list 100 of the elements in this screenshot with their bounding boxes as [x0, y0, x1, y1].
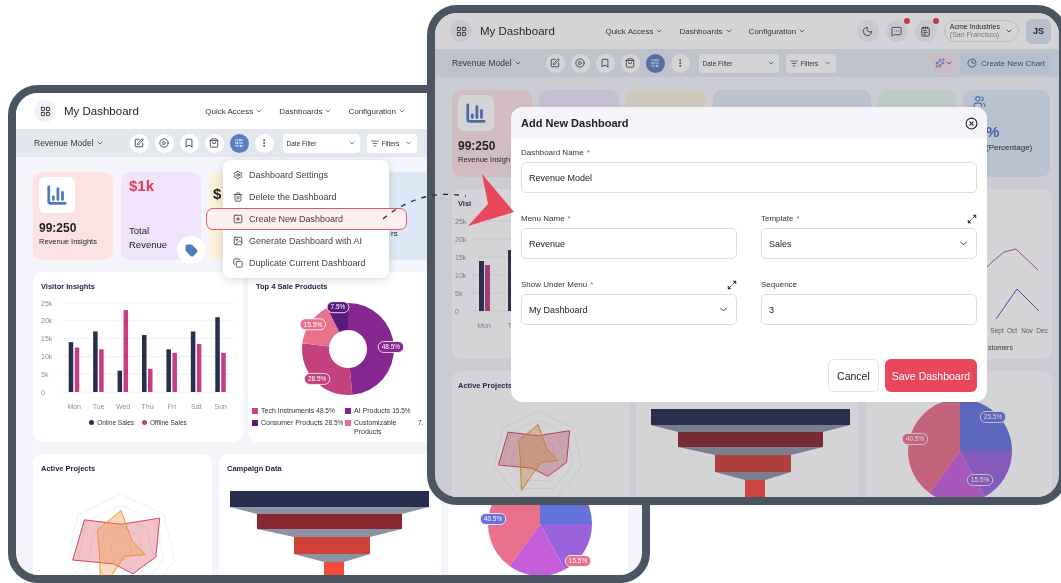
apps-icon[interactable]	[450, 20, 472, 42]
stat-label: Total Revenue	[129, 224, 169, 252]
edit-button[interactable]	[545, 53, 565, 73]
dialog-title: Add New Dashboard	[521, 117, 629, 129]
chevron-down-icon	[798, 27, 807, 35]
stat-value: $	[213, 185, 222, 202]
select-field[interactable]: My Dashboard	[521, 294, 737, 325]
apps-icon[interactable]	[34, 100, 56, 122]
play-button[interactable]	[154, 133, 174, 153]
pen-icon	[550, 58, 561, 68]
bar-chart-icon	[39, 177, 75, 213]
sliders-button[interactable]	[229, 133, 249, 153]
line-series	[986, 248, 1039, 271]
play-icon	[159, 138, 170, 148]
bag-icon	[209, 138, 220, 148]
select-field[interactable]: Sales	[761, 228, 977, 259]
notes-button[interactable]	[914, 20, 937, 42]
bookmark-icon	[184, 138, 195, 148]
chevron-down-icon	[655, 27, 664, 35]
line-series	[995, 288, 1040, 320]
chevron-down-icon	[324, 107, 333, 115]
chevron-down-icon	[95, 139, 104, 147]
menu-item[interactable]: Duplicate Current Dashboard	[223, 252, 389, 274]
menu-item[interactable]: Delete the Dashboard	[223, 186, 389, 208]
more-button[interactable]	[254, 133, 274, 153]
more-button[interactable]	[670, 53, 690, 73]
bookmark-icon	[600, 58, 611, 68]
field-label: Sequence	[761, 280, 798, 289]
app-title: My Dashboard	[64, 105, 139, 117]
user-avatar[interactable]: JS	[1026, 18, 1051, 44]
create-chart-button[interactable]: Create New Chart	[959, 52, 1052, 74]
ai-sparkle-button[interactable]	[931, 53, 956, 73]
notes-icon	[920, 25, 932, 37]
chevron-down-icon	[1005, 27, 1013, 35]
funnel-segment	[324, 562, 344, 575]
image-icon	[233, 236, 243, 246]
chevron-down-icon	[766, 59, 775, 67]
menu-item[interactable]: Generate Dashboard with AI	[223, 230, 389, 252]
users-icon	[973, 95, 988, 108]
bookmark-button[interactable]	[595, 53, 615, 73]
menu-item[interactable]: Create New Dashboard	[206, 208, 407, 230]
trash-icon	[233, 192, 243, 202]
bar-chart-icon	[458, 95, 494, 131]
input-field[interactable]: 3	[761, 294, 977, 325]
expand-icon[interactable]	[967, 213, 977, 224]
copy-icon	[233, 258, 243, 268]
plus-icon	[233, 214, 243, 224]
sliders-icon	[650, 58, 661, 68]
input-field[interactable]: Revenue	[521, 228, 737, 259]
stat-value: 99:250	[458, 139, 496, 153]
app-title: My Dashboard	[480, 25, 555, 37]
close-icon[interactable]	[965, 116, 978, 130]
chevron-down-icon	[398, 107, 406, 115]
chevron-down-icon	[405, 139, 413, 147]
chevron-down-icon	[944, 59, 953, 67]
nav-menu[interactable]: Dashboards	[279, 106, 333, 116]
play-icon	[575, 58, 586, 68]
input-field[interactable]: Revenue Model	[521, 162, 977, 193]
nav-menu[interactable]: Configuration	[348, 106, 406, 116]
moon-icon	[862, 25, 874, 37]
nav-menu[interactable]: Configuration	[748, 26, 807, 36]
model-selector[interactable]: Revenue Model	[34, 138, 104, 148]
model-selector[interactable]: Revenue Model	[452, 58, 522, 68]
chevron-down-icon	[513, 59, 522, 67]
sliders-button[interactable]	[645, 53, 665, 73]
stat-value: 99:250	[39, 221, 77, 235]
field-label: Template *	[761, 214, 800, 223]
pen-icon	[134, 138, 145, 148]
nav-menu[interactable]: Dashboards	[679, 26, 733, 36]
sparkle-icon	[934, 58, 945, 68]
funnel-segment	[745, 480, 765, 497]
cancel-button[interactable]: Cancel	[828, 359, 879, 392]
menu-item[interactable]: Dashboard Settings	[223, 164, 389, 186]
chevron-down-icon	[347, 139, 356, 147]
sliders-icon	[234, 138, 245, 148]
play-button[interactable]	[570, 53, 590, 73]
stat-label: (Percentage)	[986, 142, 1033, 154]
bag-button[interactable]	[204, 133, 224, 153]
field-label: Menu Name *	[521, 214, 571, 223]
chevron-down-icon	[824, 59, 832, 67]
stat-value: %	[986, 123, 1000, 141]
field-label: Dashboard Name *	[521, 148, 590, 157]
expand-icon[interactable]	[727, 279, 737, 290]
nav-menu[interactable]: Quick Access	[205, 106, 264, 116]
chevron-down-icon	[724, 27, 733, 35]
save-button[interactable]: Save Dashboard	[884, 359, 977, 392]
edit-button[interactable]	[129, 133, 149, 153]
stat-value: $1k	[129, 177, 155, 194]
stat-label: rs	[391, 228, 398, 240]
dark-mode-button[interactable]	[856, 20, 879, 42]
chat-icon	[891, 25, 903, 37]
bookmark-button[interactable]	[179, 133, 199, 153]
tag-icon	[177, 236, 205, 264]
field-label: Show Under Menu *	[521, 280, 594, 289]
notification-dot	[903, 18, 910, 24]
filter-icon	[370, 138, 379, 148]
settings-icon	[233, 170, 243, 180]
chat-button[interactable]	[885, 20, 908, 42]
nav-menu[interactable]: Quick Access	[605, 26, 664, 36]
bag-button[interactable]	[620, 53, 640, 73]
